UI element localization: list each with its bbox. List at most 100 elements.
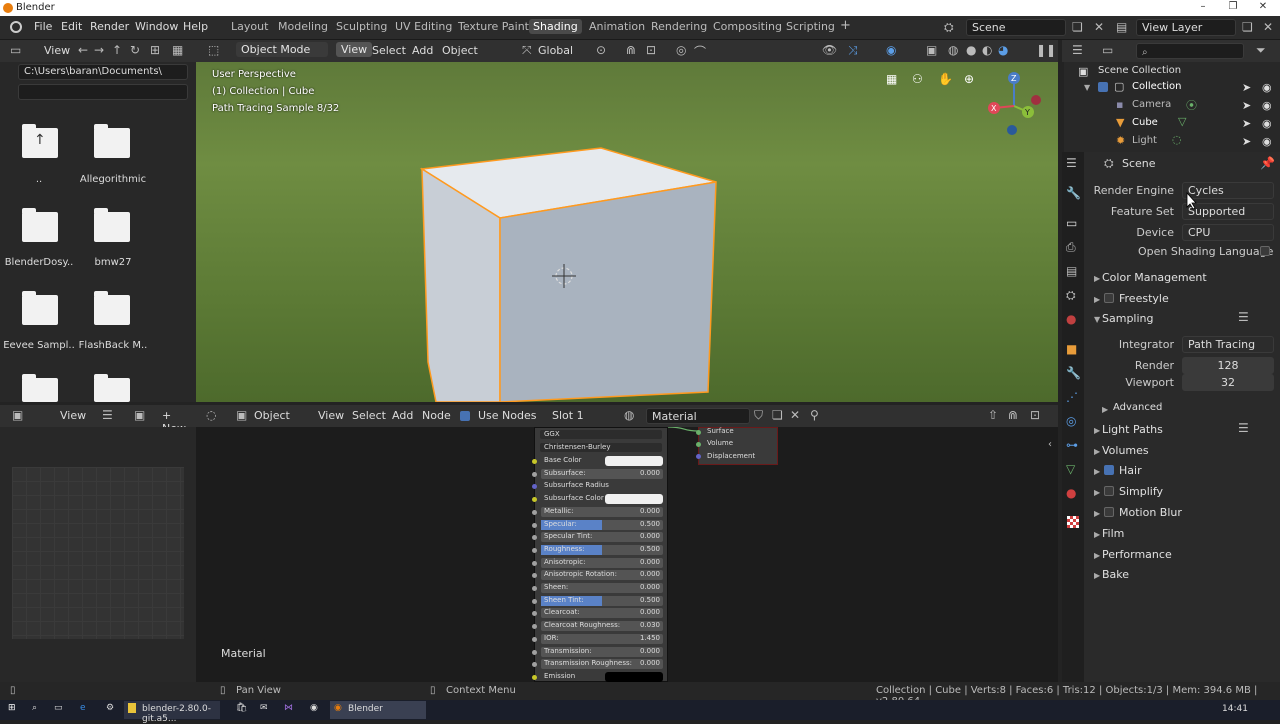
- bsdf-input-field[interactable]: Subsurface Radius: [541, 481, 663, 491]
- expand-icon[interactable]: ▶: [1094, 295, 1100, 304]
- pause-render-icon[interactable]: ❚❚: [1036, 43, 1056, 57]
- node-view-menu[interactable]: View: [318, 409, 344, 422]
- node-select-menu[interactable]: Select: [352, 409, 386, 422]
- material-shading-icon[interactable]: ◐: [982, 43, 992, 57]
- subsurface-method-dropdown[interactable]: Christensen-Burley: [539, 442, 663, 453]
- menu-help[interactable]: Help: [183, 20, 208, 33]
- tab-compositing[interactable]: Compositing: [711, 20, 784, 33]
- panel-film[interactable]: Film: [1102, 527, 1124, 540]
- image-browse-icon[interactable]: ▣: [134, 408, 145, 422]
- zoom-icon[interactable]: ⊕: [964, 72, 974, 86]
- input-socket[interactable]: [532, 573, 537, 579]
- parent-node-tree-icon[interactable]: ⇧: [988, 408, 998, 422]
- bsdf-input-row[interactable]: Subsurface Radius: [532, 480, 669, 493]
- expand-icon[interactable]: ▼: [1084, 83, 1090, 92]
- falloff-icon[interactable]: ⌒: [694, 43, 706, 60]
- bsdf-input-field[interactable]: Sheen Tint: 0.500: [541, 595, 663, 606]
- render-samples-field[interactable]: 128: [1182, 357, 1274, 374]
- rendered-shading-icon[interactable]: ◕: [998, 43, 1008, 57]
- bsdf-input-row[interactable]: Anisotropic Rotation: 0.000: [532, 569, 669, 582]
- texture-tab-icon[interactable]: [1067, 516, 1079, 528]
- bsdf-input-row[interactable]: Subsurface: 0.000: [532, 468, 669, 481]
- viewport-view-menu[interactable]: View: [336, 42, 373, 57]
- add-workspace-button[interactable]: +: [838, 18, 853, 33]
- expand-icon[interactable]: ▶: [1094, 571, 1100, 580]
- visibility-eye-icon[interactable]: ◉: [1262, 135, 1272, 148]
- taskbar-app-blender[interactable]: ◉ Blender: [330, 701, 426, 719]
- parent-folder-icon[interactable]: ↑: [22, 124, 58, 158]
- input-socket[interactable]: [532, 662, 537, 668]
- select-toggle-icon[interactable]: ➤: [1242, 99, 1251, 112]
- pan-hand-icon[interactable]: ✋: [938, 72, 953, 86]
- node-add-menu[interactable]: Add: [392, 409, 413, 422]
- view-layer-field[interactable]: View Layer: [1136, 19, 1236, 36]
- bsdf-input-field[interactable]: Base Color: [541, 456, 663, 466]
- bsdf-input-field[interactable]: Transmission Roughness: 0.000: [541, 659, 663, 670]
- scene-name-field[interactable]: Scene: [966, 19, 1066, 36]
- wireframe-shading-icon[interactable]: ◍: [948, 43, 958, 57]
- menu-window[interactable]: Window: [135, 20, 178, 33]
- new-material-icon[interactable]: ❏: [772, 408, 783, 422]
- panel-performance[interactable]: Performance: [1102, 548, 1172, 561]
- visibility-eye-icon[interactable]: ◉: [1262, 99, 1272, 112]
- pin-icon[interactable]: 📌: [1260, 156, 1275, 170]
- material-output-node[interactable]: Surface Volume Displacement: [696, 427, 778, 465]
- tab-modeling[interactable]: Modeling: [276, 20, 330, 33]
- outliner-item-light[interactable]: Light: [1132, 135, 1157, 146]
- tab-shading[interactable]: Shading: [529, 19, 582, 34]
- input-socket[interactable]: [532, 497, 537, 503]
- tab-layout[interactable]: Layout: [229, 20, 270, 33]
- object-tab-icon[interactable]: ■: [1066, 342, 1077, 356]
- visibility-icon[interactable]: 👁: [822, 43, 837, 57]
- expand-icon[interactable]: ▶: [1094, 426, 1100, 435]
- material-name-field[interactable]: Material: [646, 408, 750, 424]
- app-icon[interactable]: ◉: [310, 703, 318, 713]
- presets-list-icon[interactable]: ☰: [1238, 421, 1249, 435]
- bsdf-input-row[interactable]: Roughness: 0.500: [532, 544, 669, 557]
- navigation-gizmo[interactable]: Z Y X: [986, 68, 1042, 138]
- minimize-button[interactable]: –: [1196, 1, 1210, 12]
- use-nodes-checkbox[interactable]: [460, 411, 470, 421]
- pin-icon[interactable]: ⚲: [810, 408, 819, 422]
- distribution-dropdown[interactable]: GGX: [539, 429, 663, 440]
- bsdf-input-field[interactable]: Clearcoat Roughness: 0.030: [541, 621, 663, 632]
- pivot-icon[interactable]: ⊙: [596, 43, 606, 57]
- bsdf-input-field[interactable]: Specular: 0.500: [541, 519, 663, 530]
- panel-motion-blur[interactable]: Motion Blur: [1119, 506, 1182, 519]
- sidebar-toggle-icon[interactable]: ‹: [1048, 439, 1052, 450]
- unlink-material-icon[interactable]: ✕: [790, 408, 800, 422]
- bsdf-input-row[interactable]: Metallic: 0.000: [532, 506, 669, 519]
- bsdf-input-field[interactable]: Anisotropic: 0.000: [541, 557, 663, 568]
- mail-icon[interactable]: ✉: [260, 703, 268, 713]
- expand-icon[interactable]: ▶: [1094, 467, 1100, 476]
- new-view-layer-icon[interactable]: ❏: [1242, 20, 1253, 34]
- snap-target-icon[interactable]: ⊡: [646, 43, 656, 57]
- filebrowser-view-menu[interactable]: View: [44, 44, 70, 57]
- input-socket[interactable]: [532, 636, 537, 642]
- vs-icon[interactable]: ⋈: [284, 703, 293, 713]
- device-dropdown[interactable]: CPU: [1182, 224, 1274, 241]
- outliner-search-input[interactable]: ⌕: [1136, 43, 1244, 59]
- modifier-tab-icon[interactable]: 🔧: [1066, 366, 1081, 380]
- overlay-toggle-icon[interactable]: ◉: [886, 43, 896, 57]
- cube-object[interactable]: [196, 62, 1058, 402]
- folder-icon[interactable]: [22, 374, 58, 402]
- bsdf-input-field[interactable]: Clearcoat: 0.000: [541, 608, 663, 619]
- freestyle-checkbox[interactable]: [1104, 293, 1114, 303]
- gizmo-toggle-icon[interactable]: ⤨: [848, 43, 858, 58]
- menu-edit[interactable]: Edit: [61, 20, 82, 33]
- outliner-item-camera[interactable]: Camera: [1132, 99, 1171, 110]
- panel-advanced[interactable]: Advanced: [1113, 402, 1162, 413]
- panel-simplify[interactable]: Simplify: [1119, 485, 1163, 498]
- forward-arrow-icon[interactable]: →: [94, 43, 104, 57]
- material-tab-icon[interactable]: ●: [1066, 486, 1076, 500]
- delete-view-layer-icon[interactable]: ✕: [1263, 20, 1273, 34]
- bsdf-input-row[interactable]: Anisotropic: 0.000: [532, 557, 669, 570]
- integrator-dropdown[interactable]: Path Tracing: [1182, 336, 1274, 353]
- simplify-checkbox[interactable]: [1104, 486, 1114, 496]
- scene-tab-icon[interactable]: ⛭: [1066, 288, 1076, 303]
- outliner-item-cube[interactable]: Cube: [1132, 117, 1158, 128]
- collapse-icon[interactable]: ▼: [1094, 315, 1100, 324]
- close-button[interactable]: ✕: [1256, 1, 1270, 12]
- filter-field[interactable]: [18, 84, 188, 100]
